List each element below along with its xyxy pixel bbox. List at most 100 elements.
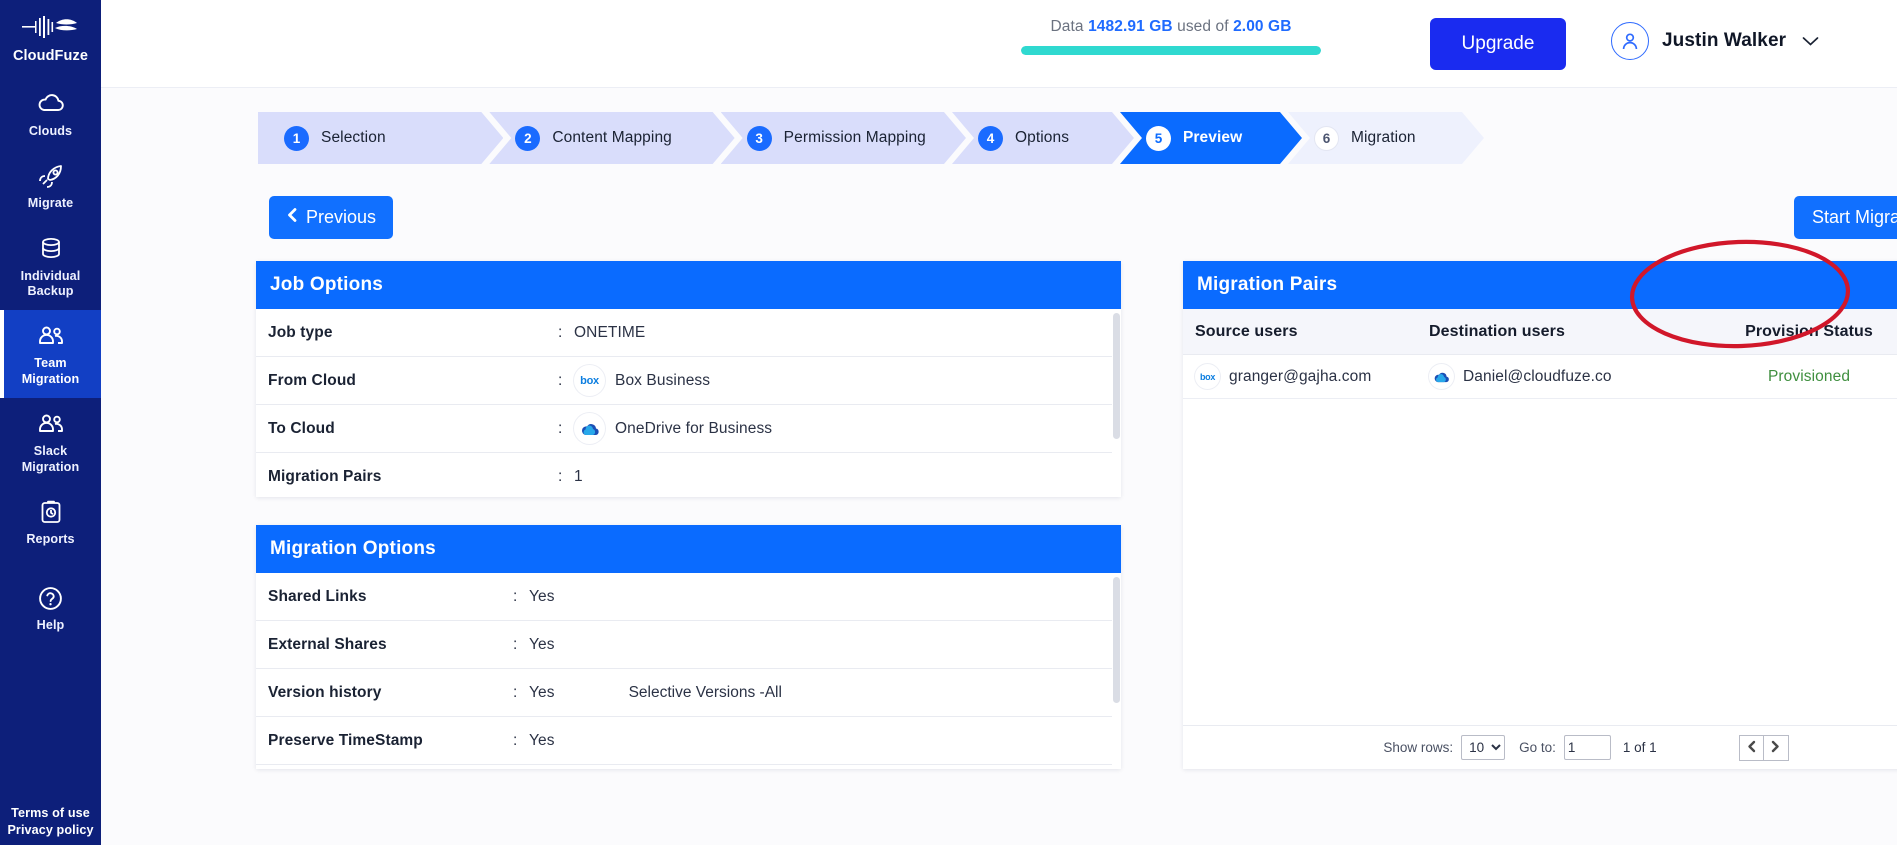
row-value: 1 <box>574 467 583 485</box>
table-row[interactable]: box granger@gajha.com Daniel@cloudfuze.c… <box>1183 355 1897 399</box>
cloudfuze-logo-icon <box>21 10 80 44</box>
row-separator: : <box>558 419 563 437</box>
sidebar-item-help[interactable]: Help <box>0 572 101 644</box>
source-user-email: granger@gajha.com <box>1229 367 1372 385</box>
step-permission-mapping[interactable]: 3 Permission Mapping <box>721 112 966 164</box>
previous-button[interactable]: Previous <box>269 196 394 239</box>
row-separator: : <box>558 371 563 389</box>
row-separator: : <box>513 635 518 653</box>
row-key: Job type <box>268 323 333 341</box>
migration-pairs-header-row: Source users Destination users Provision… <box>1183 309 1897 355</box>
migration-options-title: Migration Options <box>256 525 1121 573</box>
right-column: Migration Pairs Source users Destination… <box>1183 261 1897 769</box>
sidebar-item-label: Slack Migration <box>21 444 80 474</box>
step-migration[interactable]: 6 Migration <box>1288 112 1484 164</box>
row-key: Preserve TimeStamp <box>268 731 423 749</box>
onedrive-logo-icon <box>1429 364 1454 389</box>
migration-options-body: Shared Links : Yes External Shares : Yes… <box>256 573 1121 769</box>
cloud-icon <box>36 89 66 119</box>
cell-source-user: box granger@gajha.com <box>1183 364 1429 389</box>
migration-options-row: Shared Links : Yes <box>256 573 1121 621</box>
previous-button-label: Previous <box>306 207 377 227</box>
question-circle-icon <box>36 583 66 613</box>
sidebar-item-label: Team Migration <box>21 356 80 386</box>
sidebar: CloudFuze Clouds Migrate Individual Back… <box>0 0 101 845</box>
job-options-scrollbar[interactable] <box>1112 309 1121 497</box>
box-logo-icon: box <box>1195 364 1220 389</box>
terms-of-use-link[interactable]: Terms of use <box>11 806 90 820</box>
upgrade-button[interactable]: Upgrade <box>1430 18 1566 70</box>
content-area: Job Options Job type : ONETIME From Clou… <box>101 261 1897 769</box>
usage-total: 2.00 GB <box>1233 18 1292 35</box>
cell-destination-user: Daniel@cloudfuze.co <box>1429 364 1679 389</box>
sidebar-item-team-migration[interactable]: Team Migration <box>0 310 101 399</box>
step-label: Content Mapping <box>552 129 672 146</box>
sidebar-nav: Clouds Migrate Individual Backup Team Mi… <box>0 78 101 645</box>
start-migration-label: Start Migration <box>1812 207 1897 227</box>
step-content-mapping[interactable]: 2 Content Mapping <box>489 112 734 164</box>
row-key: Version history <box>268 683 382 701</box>
step-label: Options <box>1014 129 1070 146</box>
job-options-row: Job type : ONETIME <box>256 309 1121 357</box>
chevron-left-icon <box>1746 740 1757 756</box>
step-label: Migration <box>1350 129 1416 146</box>
step-selection[interactable]: 1 Selection <box>258 112 503 164</box>
rows-per-page-select[interactable]: 1025 50100 <box>1461 735 1506 760</box>
sidebar-item-label: Help <box>36 618 65 633</box>
sidebar-item-slack-migration[interactable]: Slack Migration <box>0 398 101 486</box>
migration-options-panel: Migration Options Shared Links : Yes Ext… <box>256 525 1121 769</box>
chevron-down-icon[interactable] <box>1801 35 1820 47</box>
step-options[interactable]: 4 Options <box>952 112 1134 164</box>
step-label: Selection <box>321 129 386 146</box>
next-page-button[interactable] <box>1763 734 1789 761</box>
scrollbar-thumb[interactable] <box>1113 577 1120 703</box>
sidebar-item-label: Migrate <box>27 196 74 211</box>
row-value: Yes <box>529 587 555 605</box>
action-bar: Previous Start Migration <box>101 196 1897 240</box>
job-options-panel: Job Options Job type : ONETIME From Clou… <box>256 261 1121 497</box>
job-options-title: Job Options <box>256 261 1121 309</box>
migration-pairs-title: Migration Pairs <box>1183 261 1897 309</box>
sidebar-item-reports[interactable]: Reports <box>0 486 101 558</box>
user-name: Justin Walker <box>1662 30 1787 51</box>
chevron-left-icon <box>286 207 298 228</box>
step-preview[interactable]: 5 Preview <box>1120 112 1302 164</box>
usage-middle: used of <box>1177 18 1229 35</box>
row-value: Yes <box>529 635 555 653</box>
scrollbar-thumb[interactable] <box>1113 313 1120 439</box>
clipboard-icon <box>36 497 66 527</box>
row-key: External Shares <box>268 635 387 653</box>
start-migration-button[interactable]: Start Migration <box>1794 196 1897 239</box>
migration-options-row: External Shares : Yes <box>256 621 1121 669</box>
app-root: CloudFuze Clouds Migrate Individual Back… <box>0 0 1897 845</box>
sidebar-item-label: Clouds <box>28 124 73 138</box>
cell-provision-status: Provisioned <box>1679 368 1897 386</box>
goto-page-input[interactable] <box>1563 735 1611 760</box>
row-separator: : <box>513 683 518 701</box>
page-count-label: 1 of 1 <box>1622 740 1657 755</box>
row-value-text: OneDrive for Business <box>615 419 773 437</box>
sidebar-item-clouds[interactable]: Clouds <box>0 78 101 150</box>
brand[interactable]: CloudFuze <box>0 0 101 64</box>
wizard-stepper: 1 Selection 2 Content Mapping 3 Permissi… <box>258 112 1484 164</box>
user-menu[interactable]: Justin Walker <box>1611 22 1820 60</box>
previous-page-button[interactable] <box>1738 734 1764 761</box>
box-logo-icon: box <box>574 365 605 396</box>
row-value: Yes <box>529 731 555 749</box>
sidebar-footer: Terms of use Privacy policy <box>0 806 101 837</box>
migration-options-scrollbar[interactable] <box>1112 573 1121 769</box>
row-separator: : <box>513 587 518 605</box>
goto-label: Go to: <box>1519 740 1556 755</box>
row-key: Shared Links <box>268 587 367 605</box>
data-usage: Data 1482.91 GB used of 2.00 GB <box>1021 18 1321 55</box>
usage-prefix: Data <box>1050 18 1084 35</box>
step-number: 5 <box>1146 126 1171 151</box>
sidebar-item-individual-backup[interactable]: Individual Backup <box>0 223 101 311</box>
privacy-policy-link[interactable]: Privacy policy <box>7 823 93 837</box>
migration-options-row: Version history : Yes Selective Versions… <box>256 669 1121 717</box>
sidebar-item-migrate[interactable]: Migrate <box>0 150 101 222</box>
usage-progress-bar <box>1021 46 1321 55</box>
job-options-row: Migration Pairs : 1 <box>256 453 1121 497</box>
pagination-nav <box>1738 734 1789 761</box>
step-number: 1 <box>284 126 309 151</box>
